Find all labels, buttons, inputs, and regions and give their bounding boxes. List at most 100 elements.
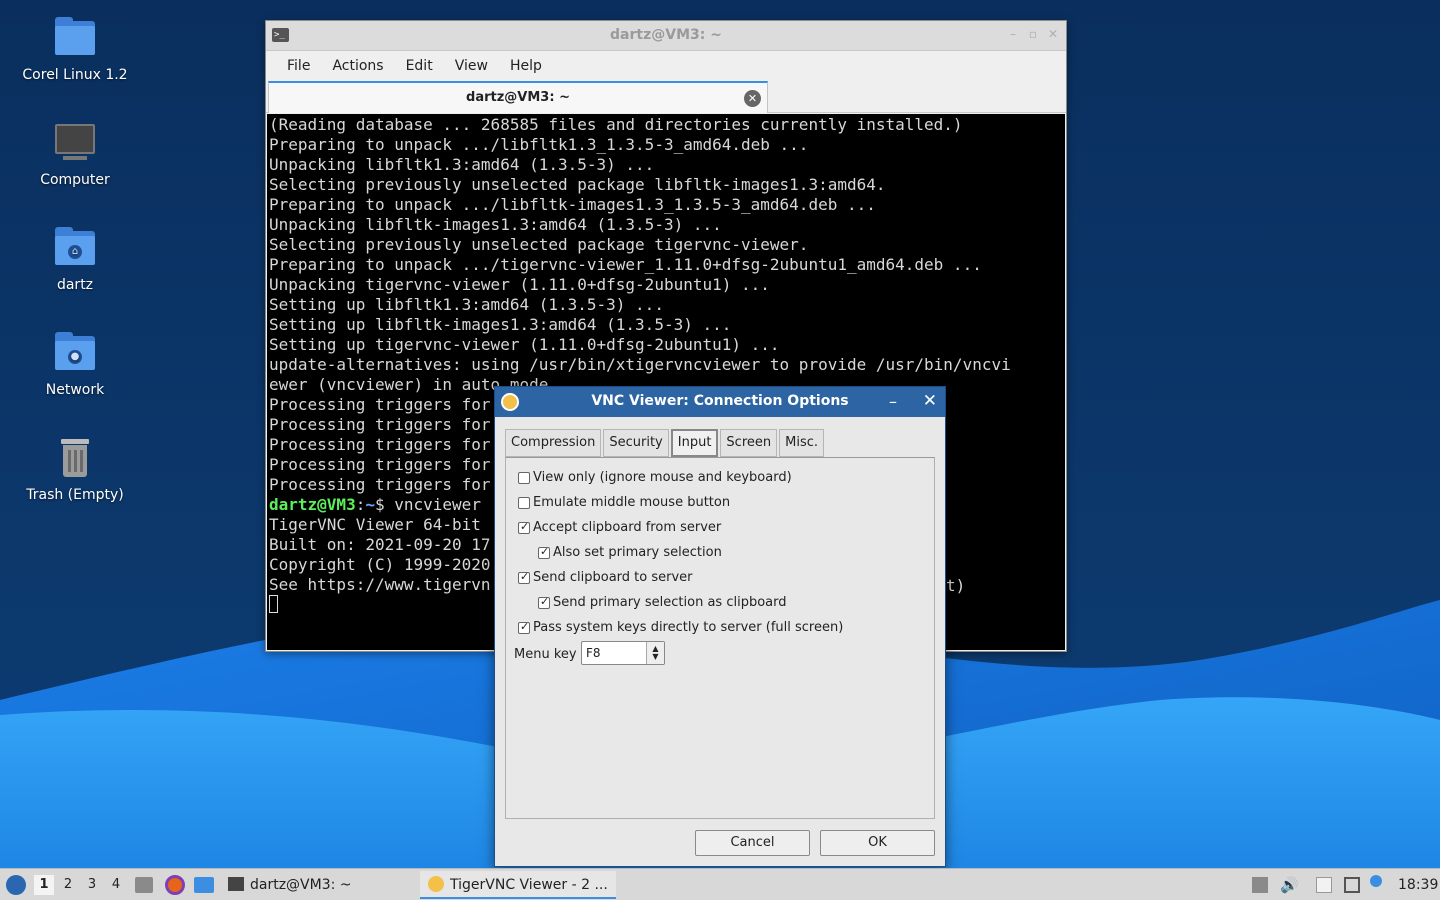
pass-system-keys-checkbox[interactable]: [518, 620, 530, 634]
send-primary-checkbox[interactable]: [538, 595, 550, 609]
option-label: View only (ignore mouse and keyboard): [533, 470, 792, 485]
menu-actions[interactable]: Actions: [321, 58, 394, 74]
task-terminal[interactable]: dartz@VM3: ~: [220, 871, 415, 899]
network-folder-icon: ●: [53, 332, 97, 376]
menu-help[interactable]: Help: [499, 58, 553, 74]
file-manager-icon[interactable]: [135, 877, 153, 893]
terminal-line: Unpacking libfltk1.3:amd64 (1.3.5-3) ...: [269, 155, 655, 174]
input-options-panel: View only (ignore mouse and keyboard) Em…: [505, 457, 935, 819]
taskbar: 1 2 3 4 dartz@VM3: ~ TigerVNC Viewer - 2…: [0, 868, 1440, 900]
terminal-line: Preparing to unpack .../tigervnc-viewer_…: [269, 255, 982, 274]
option-label: Send clipboard to server: [533, 570, 693, 585]
terminal-icon: [228, 877, 244, 891]
menu-key-label: Menu key: [514, 647, 577, 662]
terminal-line: update-alternatives: using /usr/bin/xtig…: [269, 355, 1011, 374]
emulate-middle-checkbox[interactable]: [518, 496, 530, 509]
accept-clipboard-option[interactable]: Accept clipboard from server: [518, 520, 721, 535]
workspace-3[interactable]: 3: [82, 875, 102, 895]
option-label: Also set primary selection: [553, 545, 722, 560]
set-primary-option[interactable]: Also set primary selection: [538, 545, 722, 560]
prompt-separator: :: [355, 495, 366, 514]
desktop-icon-dartz[interactable]: ⌂ dartz: [15, 227, 135, 293]
notification-icon[interactable]: [1370, 875, 1382, 887]
terminal-line: Selecting previously unselected package …: [269, 175, 886, 194]
text-cursor: [269, 595, 278, 613]
desktop-icon-computer[interactable]: Computer: [15, 122, 135, 188]
ok-button[interactable]: OK: [820, 830, 935, 856]
minimize-icon[interactable]: –: [889, 392, 897, 411]
desktop-icon-label: Computer: [40, 172, 110, 188]
send-clipboard-option[interactable]: Send clipboard to server: [518, 570, 693, 585]
view-only-option[interactable]: View only (ignore mouse and keyboard): [518, 470, 792, 485]
view-only-checkbox[interactable]: [518, 471, 530, 484]
option-label: Pass system keys directly to server (ful…: [533, 620, 844, 635]
clock[interactable]: 18:39: [1398, 869, 1438, 900]
updates-icon[interactable]: [1252, 877, 1268, 893]
option-label: Emulate middle mouse button: [533, 495, 731, 510]
desktop-icon-label: Trash (Empty): [26, 487, 124, 503]
close-icon[interactable]: ✕: [1046, 27, 1060, 41]
network-icon[interactable]: [1344, 877, 1360, 893]
send-clipboard-checkbox[interactable]: [518, 570, 530, 584]
terminal-line: Setting up libfltk1.3:amd64 (1.3.5-3) ..…: [269, 295, 664, 314]
desktop-icon-corel-linux[interactable]: Corel Linux 1.2: [15, 17, 135, 83]
tab-security[interactable]: Security: [603, 429, 669, 457]
spinner-arrows-icon[interactable]: ▲ ▼: [646, 642, 664, 664]
volume-icon[interactable]: 🔊: [1280, 877, 1299, 893]
maximize-icon[interactable]: ▫: [1026, 27, 1040, 41]
home-folder-icon: ⌂: [53, 227, 97, 271]
task-label: TigerVNC Viewer - 2 ...: [450, 877, 608, 893]
start-menu-icon[interactable]: [6, 875, 26, 895]
close-icon[interactable]: ✕: [923, 391, 937, 411]
send-primary-option[interactable]: Send primary selection as clipboard: [538, 595, 786, 610]
set-primary-checkbox[interactable]: [538, 545, 550, 559]
pass-system-keys-option[interactable]: Pass system keys directly to server (ful…: [518, 620, 843, 635]
tab-input[interactable]: Input: [670, 429, 719, 457]
workspace-1[interactable]: 1: [34, 875, 54, 895]
tigervnc-icon: [428, 876, 444, 892]
workspace-2[interactable]: 2: [58, 875, 78, 895]
trash-icon: [53, 437, 97, 481]
terminal-line: Preparing to unpack .../libfltk1.3_1.3.5…: [269, 135, 809, 154]
accept-clipboard-checkbox[interactable]: [518, 520, 530, 534]
emulate-middle-option[interactable]: Emulate middle mouse button: [518, 495, 730, 510]
task-tigervnc[interactable]: TigerVNC Viewer - 2 ...: [420, 871, 616, 899]
tab-terminal[interactable]: dartz@VM3: ~ ✕: [268, 81, 768, 113]
tab-compression[interactable]: Compression: [505, 429, 602, 457]
tab-screen[interactable]: Screen: [720, 429, 778, 457]
minimize-icon[interactable]: –: [1006, 27, 1020, 41]
dialog-titlebar[interactable]: VNC Viewer: Connection Options – ✕: [495, 387, 945, 417]
desktop-icon-network[interactable]: ● Network: [15, 332, 135, 398]
task-label: dartz@VM3: ~: [250, 877, 352, 893]
prompt-symbol: $: [374, 495, 395, 514]
prompt-user: dartz@VM3: [269, 495, 356, 514]
tab-bar: dartz@VM3: ~ ✕: [266, 81, 1066, 113]
workspace-4[interactable]: 4: [106, 875, 126, 895]
computer-icon: [53, 122, 97, 166]
tab-misc[interactable]: Misc.: [779, 429, 825, 457]
menu-key-value: F8: [586, 646, 601, 660]
menu-file[interactable]: File: [276, 58, 321, 74]
vnc-options-dialog[interactable]: VNC Viewer: Connection Options – ✕ Compr…: [494, 386, 946, 867]
tab-close-icon[interactable]: ✕: [744, 90, 761, 107]
menu-view[interactable]: View: [444, 58, 499, 74]
menu-edit[interactable]: Edit: [395, 58, 444, 74]
cancel-button[interactable]: Cancel: [695, 830, 810, 856]
option-label: Accept clipboard from server: [533, 520, 722, 535]
option-label: Send primary selection as clipboard: [553, 595, 787, 610]
desktop-icon-label: dartz: [56, 277, 94, 293]
desktop-icon-trash[interactable]: Trash (Empty): [15, 437, 135, 503]
options-tabs: Compression Security Input Screen Misc.: [505, 429, 826, 457]
terminal-line-fragment: t): [946, 576, 966, 595]
terminal-line: Setting up tigervnc-viewer (1.11.0+dfsg-…: [269, 335, 780, 354]
clipboard-icon[interactable]: [1316, 877, 1332, 893]
command-text: vncviewer: [394, 495, 481, 514]
terminal-line: Unpacking libfltk-images1.3:amd64 (1.3.5…: [269, 215, 722, 234]
terminal-line: Unpacking tigervnc-viewer (1.11.0+dfsg-2…: [269, 275, 770, 294]
terminal-titlebar[interactable]: >_ dartz@VM3: ~ – ▫ ✕: [266, 21, 1066, 51]
firefox-icon[interactable]: [165, 875, 185, 895]
show-desktop-icon[interactable]: [194, 877, 214, 893]
dialog-title: VNC Viewer: Connection Options: [591, 393, 849, 409]
terminal-line: Selecting previously unselected package …: [269, 235, 809, 254]
menu-key-select[interactable]: F8 ▲ ▼: [581, 641, 665, 665]
